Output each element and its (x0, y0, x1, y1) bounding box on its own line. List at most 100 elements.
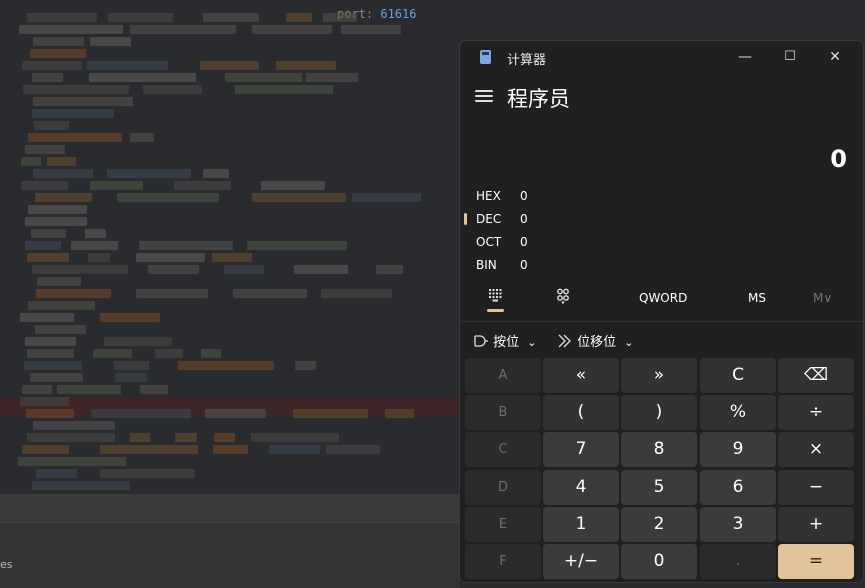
add-key[interactable]: + (778, 507, 854, 542)
divider (460, 321, 863, 322)
qword-button[interactable]: QWORD (639, 291, 687, 305)
three-key[interactable]: 3 (700, 507, 776, 542)
base-row-hex[interactable]: HEX 0 (476, 189, 528, 209)
blurred-code-block (21, 157, 41, 166)
blurred-code-block (203, 13, 259, 22)
blurred-code-block (27, 253, 69, 262)
blurred-code-block (28, 133, 122, 142)
percent-key[interactable]: % (700, 395, 776, 430)
hex-a-key[interactable]: A (465, 358, 541, 393)
blurred-code-block (139, 241, 233, 250)
close-paren-key[interactable]: ) (621, 395, 697, 430)
blurred-code-block (148, 265, 199, 274)
blurred-code-block (140, 385, 168, 394)
blurred-code-block (286, 13, 312, 22)
nine-key[interactable]: 9 (700, 432, 776, 467)
blurred-code-block (87, 61, 168, 70)
blurred-code-block (100, 445, 198, 454)
two-key[interactable]: 2 (621, 507, 697, 542)
blurred-code-block (136, 289, 208, 298)
seven-key[interactable]: 7 (543, 432, 619, 467)
four-key[interactable]: 4 (543, 470, 619, 505)
chevron-down-icon: ⌄ (527, 336, 537, 349)
blurred-code-block (294, 265, 348, 274)
blurred-code-block (27, 13, 97, 22)
blurred-code-block (261, 181, 325, 190)
blurred-code-block (155, 349, 183, 358)
blurred-code-block (143, 85, 202, 94)
subtract-key[interactable]: − (778, 470, 854, 505)
equals-key[interactable]: = (778, 544, 854, 579)
bit-toggle-icon[interactable] (556, 288, 570, 304)
memory-list-button[interactable]: M∨ (813, 291, 832, 305)
shift-right-key[interactable]: » (621, 358, 697, 393)
shift-left-key[interactable]: « (543, 358, 619, 393)
title-bar[interactable]: 计算器 — ☐ ✕ (460, 41, 863, 73)
blurred-code-block (25, 217, 87, 226)
blurred-code-block (130, 133, 154, 142)
blurred-code-block (33, 169, 93, 178)
divide-key[interactable]: ÷ (778, 395, 854, 430)
blurred-code-block (57, 385, 121, 394)
close-button[interactable]: ✕ (821, 47, 849, 67)
hex-c-key[interactable]: C (465, 432, 541, 467)
bitwise-dropdown[interactable]: 按位 ⌄ (473, 331, 537, 350)
blurred-code-block (22, 385, 52, 394)
blurred-code-block (37, 277, 81, 286)
maximize-button[interactable]: ☐ (776, 47, 804, 67)
blurred-code-block (22, 61, 82, 70)
six-key[interactable]: 6 (700, 470, 776, 505)
blurred-code-block (321, 289, 392, 298)
blurred-code-block (90, 37, 131, 46)
base-row-dec[interactable]: DEC 0 (476, 212, 528, 232)
blurred-code-block (100, 469, 195, 478)
hex-f-key[interactable]: F (465, 544, 541, 579)
clear-key[interactable]: C (700, 358, 776, 393)
blurred-code-block (20, 397, 69, 406)
blurred-code-block (33, 97, 133, 106)
blurred-code-block (293, 409, 368, 418)
blurred-code-block (212, 253, 252, 262)
blurred-code-block (36, 289, 111, 298)
base-row-bin[interactable]: BIN 0 (476, 258, 528, 278)
blurred-code-block (269, 445, 320, 454)
blurred-code-block (224, 265, 264, 274)
blurred-code-block (104, 337, 172, 346)
base-row-oct[interactable]: OCT 0 (476, 235, 528, 255)
blurred-code-block (47, 157, 76, 166)
zero-key[interactable]: 0 (621, 544, 697, 579)
backspace-key[interactable]: ⌫ (778, 358, 854, 393)
blurred-code-block (252, 25, 332, 34)
blurred-code-block (71, 241, 118, 250)
one-key[interactable]: 1 (543, 507, 619, 542)
memory-store-button[interactable]: MS (748, 291, 766, 305)
blurred-code-block (32, 109, 114, 118)
hex-e-key[interactable]: E (465, 507, 541, 542)
hex-b-key[interactable]: B (465, 395, 541, 430)
blurred-code-block (19, 25, 123, 34)
multiply-key[interactable]: × (778, 432, 854, 467)
open-paren-key[interactable]: ( (543, 395, 619, 430)
blurred-code-block (117, 193, 219, 202)
editor-status-panel (0, 522, 460, 588)
hamburger-menu-icon[interactable] (475, 87, 493, 103)
blurred-code-block (341, 25, 401, 34)
decimal-key[interactable]: . (700, 544, 776, 579)
blurred-code-block (201, 349, 221, 358)
eight-key[interactable]: 8 (621, 432, 697, 467)
blurred-code-block (22, 445, 69, 454)
blurred-code-block (26, 409, 74, 418)
five-key[interactable]: 5 (621, 470, 697, 505)
negate-key[interactable]: +/− (543, 544, 619, 579)
hex-d-key[interactable]: D (465, 470, 541, 505)
blurred-code-block (21, 181, 68, 190)
bitshift-icon (558, 334, 571, 348)
blurred-code-block (247, 241, 347, 250)
minimize-button[interactable]: — (731, 47, 759, 67)
blurred-code-block (33, 421, 115, 430)
blurred-code-block (225, 73, 302, 82)
bitshift-dropdown[interactable]: 位移位 ⌄ (557, 331, 634, 350)
keypad-icon[interactable] (488, 288, 502, 302)
blurred-code-block (25, 337, 76, 346)
blurred-code-block (91, 409, 191, 418)
